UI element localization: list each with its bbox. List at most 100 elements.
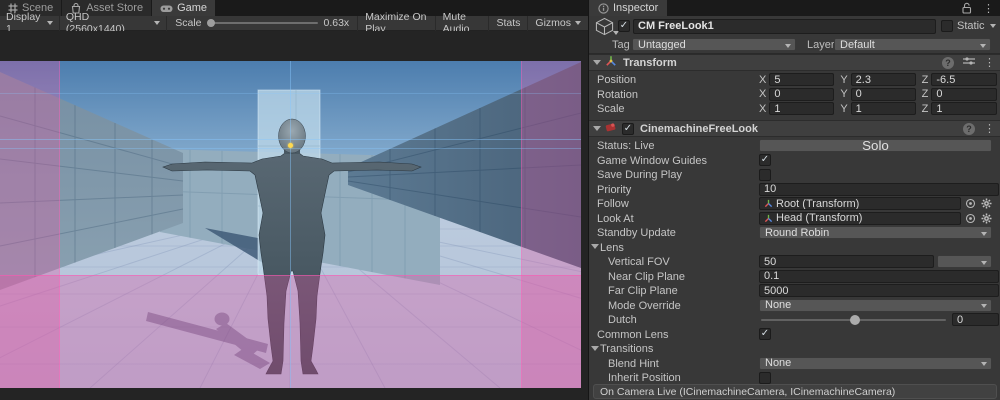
tag-dropdown[interactable]: Untagged: [632, 38, 796, 51]
gamepad-icon: [160, 3, 173, 13]
layer-dropdown[interactable]: Default: [834, 38, 991, 51]
look-at-object-field[interactable]: Head (Transform): [759, 212, 961, 225]
game-window-guides-row: Game Window Guides ✓: [589, 153, 1000, 168]
tag-label: Tag: [612, 39, 630, 51]
gear-icon[interactable]: [981, 213, 992, 224]
scale-slider-thumb[interactable]: [207, 19, 215, 27]
near-clip-field[interactable]: 0.1: [759, 270, 999, 283]
transform-title: Transform: [623, 57, 677, 69]
vertical-fov-label: Vertical FOV: [608, 256, 670, 268]
maximize-on-play-button[interactable]: Maximize On Play: [357, 16, 434, 31]
component-menu-icon[interactable]: ⋮: [984, 56, 995, 69]
gear-icon[interactable]: [981, 198, 992, 209]
axis-x-label: X: [759, 103, 766, 115]
position-row: Position X5 Y2.3 Z-6.5: [589, 73, 1000, 88]
common-lens-label: Common Lens: [597, 329, 669, 341]
inherit-position-label: Inherit Position: [608, 372, 681, 384]
inspector-menu-button[interactable]: ⋮: [977, 2, 1000, 15]
tab-game[interactable]: Game: [152, 0, 215, 16]
mute-audio-button[interactable]: Mute Audio: [435, 16, 489, 31]
help-icon[interactable]: ?: [942, 57, 954, 69]
transform-rows: Position X5 Y2.3 Z-6.5 Rotation X0 Y0 Z0…: [589, 73, 1000, 117]
transitions-section-label: Transitions: [600, 343, 653, 355]
mode-override-dropdown[interactable]: None: [759, 299, 992, 312]
game-viewport[interactable]: [0, 61, 581, 388]
fov-preset-dropdown[interactable]: [937, 255, 992, 268]
foldout-arrow-icon[interactable]: [591, 346, 599, 351]
position-label: Position: [597, 74, 636, 86]
standby-update-dropdown[interactable]: Round Robin: [759, 226, 992, 239]
help-icon[interactable]: ?: [963, 123, 975, 135]
guide-center-line: [290, 61, 291, 388]
inherit-position-checkbox[interactable]: [759, 372, 771, 384]
cinemachine-freelook-header[interactable]: ✓ CinemachineFreeLook ? ⋮: [589, 120, 1000, 137]
gameobject-header: ✓ CM FreeLook1 Static: [589, 17, 1000, 36]
object-picker-icon[interactable]: [965, 213, 976, 224]
object-picker-icon[interactable]: [965, 198, 976, 209]
scale-slider[interactable]: [208, 22, 318, 24]
transform-header[interactable]: Transform ? ⋮: [589, 54, 1000, 71]
position-z-field[interactable]: -6.5: [931, 73, 997, 86]
mode-override-label: Mode Override: [608, 300, 681, 312]
transform-icon: [605, 55, 617, 70]
tab-inspector-label: Inspector: [613, 2, 658, 14]
lens-foldout-row[interactable]: Lens: [589, 240, 1000, 255]
dutch-slider[interactable]: [761, 319, 946, 321]
cinemachine-freelook-title: CinemachineFreeLook: [640, 123, 758, 135]
tab-inspector[interactable]: Inspector: [589, 0, 667, 16]
display-dropdown[interactable]: Display 1: [0, 16, 60, 31]
blend-hint-dropdown[interactable]: None: [759, 357, 992, 370]
axis-y-label: Y: [840, 74, 847, 86]
vertical-fov-field[interactable]: 50: [759, 255, 934, 268]
dutch-field[interactable]: 0: [952, 313, 999, 326]
near-clip-row: Near Clip Plane 0.1: [589, 269, 1000, 284]
foldout-arrow-icon[interactable]: [593, 126, 601, 131]
gameobject-name-field[interactable]: CM FreeLook1: [633, 19, 936, 34]
tag-layer-row: Tag Untagged Layer Default: [589, 37, 1000, 52]
gameobject-cube-icon[interactable]: [594, 17, 615, 39]
gameobject-name: CM FreeLook1: [638, 20, 714, 32]
stats-button[interactable]: Stats: [488, 16, 527, 31]
scale-control: Scale 0.63x: [167, 17, 357, 29]
component-enabled-checkbox[interactable]: ✓: [622, 123, 634, 135]
common-lens-checkbox[interactable]: ✓: [759, 328, 771, 340]
cinemachine-rows: Status: Live Solo Game Window Guides ✓ S…: [589, 139, 1000, 386]
resolution-dropdown[interactable]: QHD (2560x1440): [60, 16, 167, 31]
save-during-play-row: Save During Play: [589, 168, 1000, 183]
camera-live-event-box: On Camera Live (ICinemachineCamera, ICin…: [593, 384, 997, 399]
static-label: Static: [957, 20, 985, 32]
presets-icon[interactable]: [963, 56, 975, 69]
chevron-down-icon: [981, 261, 987, 265]
foldout-arrow-icon[interactable]: [591, 244, 599, 249]
follow-object-field[interactable]: Root (Transform): [759, 197, 961, 210]
far-clip-label: Far Clip Plane: [608, 285, 678, 297]
static-checkbox[interactable]: [941, 20, 953, 32]
transitions-foldout-row[interactable]: Transitions: [589, 342, 1000, 357]
foldout-arrow-icon[interactable]: [593, 60, 601, 65]
rotation-z-field[interactable]: 0: [931, 88, 997, 101]
scale-y-field[interactable]: 1: [851, 102, 916, 115]
component-menu-icon[interactable]: ⋮: [984, 122, 995, 135]
solo-button[interactable]: Solo: [759, 139, 992, 152]
game-window-guides-checkbox[interactable]: ✓: [759, 154, 771, 166]
static-flags-caret[interactable]: [990, 24, 996, 28]
dutch-slider-thumb[interactable]: [850, 315, 860, 325]
scale-z-field[interactable]: 1: [931, 102, 997, 115]
scale-x-field[interactable]: 1: [769, 102, 834, 115]
lock-button[interactable]: [956, 2, 977, 14]
gizmos-dropdown[interactable]: Gizmos: [527, 16, 588, 31]
axis-x-label: X: [759, 74, 766, 86]
position-y-field[interactable]: 2.3: [851, 73, 916, 86]
rotation-y-field[interactable]: 0: [851, 88, 916, 101]
priority-field[interactable]: 10: [759, 183, 999, 196]
scale-row: Scale X1 Y1 Z1: [589, 102, 1000, 117]
far-clip-field[interactable]: 5000: [759, 284, 999, 297]
blend-hint-value: None: [765, 357, 791, 369]
position-x-field[interactable]: 5: [769, 73, 834, 86]
gameobject-active-checkbox[interactable]: ✓: [618, 20, 630, 32]
save-during-play-checkbox[interactable]: [759, 169, 771, 181]
look-at-label: Look At: [597, 213, 634, 225]
lens-section-label: Lens: [600, 242, 624, 254]
rotation-x-field[interactable]: 0: [769, 88, 834, 101]
standby-update-label: Standby Update: [597, 227, 676, 239]
